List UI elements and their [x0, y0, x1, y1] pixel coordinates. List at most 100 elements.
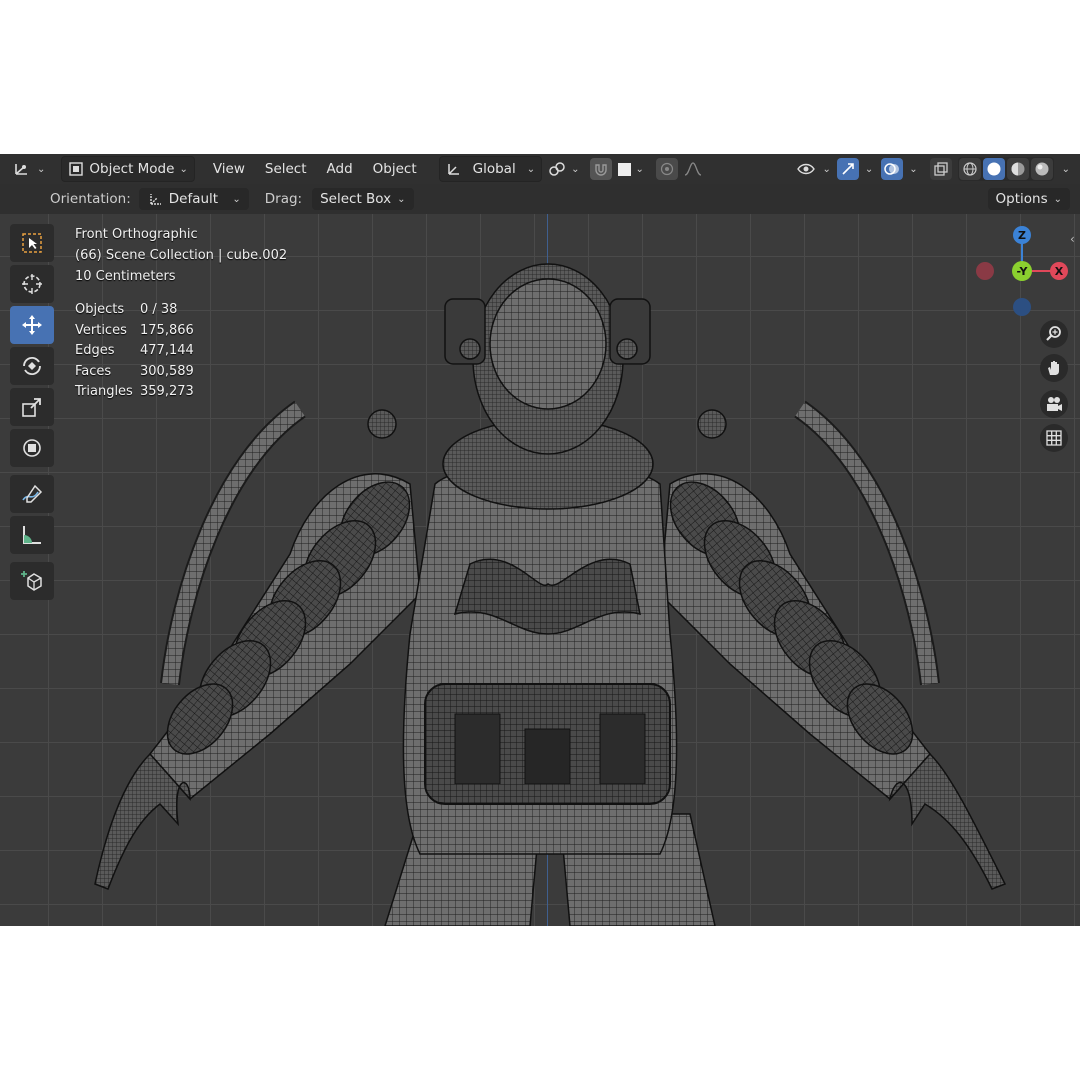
gizmo-neg-y-axis[interactable]: -Y: [1012, 261, 1032, 281]
stat-value: 175,866: [140, 322, 194, 338]
pan-hand-icon: [1048, 361, 1059, 375]
editor-type-button[interactable]: ⌄: [6, 157, 51, 181]
tool-settings-bar: Orientation: Default ⌄ Drag: Select Box …: [0, 184, 1080, 214]
tool-measure[interactable]: [10, 516, 54, 554]
xray-toggle[interactable]: [929, 158, 952, 180]
rotate-icon: [23, 356, 41, 376]
menu-object[interactable]: Object: [363, 161, 427, 177]
stat-value: 0 / 38: [140, 302, 178, 317]
stat-label: Triangles: [75, 384, 133, 399]
overlays-icon: [884, 163, 900, 175]
stat-label: Vertices: [75, 322, 127, 338]
orientation-value: Default: [168, 191, 219, 207]
wireframe-sphere-icon: [963, 162, 977, 176]
stat-row: Edges 477,144: [75, 341, 194, 362]
drag-dropdown[interactable]: Select Box ⌄: [312, 188, 414, 210]
transform-icon: [23, 439, 41, 457]
shading-modes: [957, 157, 1054, 181]
select-box-icon: [22, 233, 42, 253]
gizmo-arrow-icon: [842, 163, 854, 175]
menu-select[interactable]: Select: [255, 161, 317, 177]
annotate-icon: [22, 484, 43, 503]
proportional-edit-toggle[interactable]: [655, 158, 678, 180]
mode-label: Object Mode: [89, 161, 175, 177]
square-icon: [617, 162, 631, 176]
shading-rendered[interactable]: [1030, 158, 1053, 180]
tool-move[interactable]: [10, 306, 54, 344]
chevron-down-icon: ⌄: [179, 163, 188, 175]
material-sphere-icon: [1011, 162, 1025, 176]
pivot-dropdown[interactable]: ⌄: [542, 157, 585, 181]
chevron-down-icon: ⌄: [635, 163, 644, 175]
add-cube-icon: [21, 571, 42, 591]
link-icon: [549, 162, 565, 176]
stat-row: Faces 300,589: [75, 362, 194, 383]
move-icon: [22, 315, 42, 335]
snap-toggle[interactable]: [589, 158, 612, 180]
options-label: Options: [995, 191, 1048, 207]
blender-window: ⌄ Object Mode ⌄ View Select Add Object G…: [0, 154, 1080, 926]
grid-icon: [1046, 430, 1062, 446]
chevron-down-icon: ⌄: [37, 163, 46, 175]
mode-dropdown[interactable]: Object Mode ⌄: [61, 156, 195, 182]
snap-target-dropdown[interactable]: ⌄: [612, 157, 650, 181]
shading-wireframe[interactable]: [958, 158, 981, 180]
shading-solid[interactable]: [982, 158, 1005, 180]
axes-icon: [15, 164, 27, 175]
scene-statistics: Objects 0 / 38 Vertices 175,866 Edges 477,1…: [75, 300, 194, 403]
orientation-dropdown[interactable]: Default ⌄: [138, 188, 249, 210]
gizmo-x-axis[interactable]: X: [1050, 262, 1068, 280]
visibility-dropdown[interactable]: ⌄: [791, 157, 836, 181]
scale-icon: [22, 398, 41, 417]
stat-row: Objects 0 / 38: [75, 300, 194, 321]
chevron-down-icon: ⌄: [232, 193, 241, 205]
falloff-dropdown[interactable]: [678, 157, 708, 181]
orientation-default-icon: [150, 194, 161, 205]
stat-row: Triangles 359,273: [75, 382, 194, 403]
pan-button[interactable]: [1040, 354, 1068, 382]
tool-rotate[interactable]: [10, 347, 54, 385]
menu-add[interactable]: Add: [317, 161, 363, 177]
viewport-info: Front Orthographic (66) Scene Collection…: [75, 224, 287, 287]
stat-value: 300,589: [140, 363, 194, 379]
gizmo-neg-z-axis[interactable]: [1013, 298, 1031, 316]
camera-view-button[interactable]: [1040, 390, 1068, 418]
solid-sphere-icon: [987, 162, 1001, 176]
stat-label: Edges: [75, 343, 115, 358]
stat-row: Vertices 175,866: [75, 321, 194, 342]
menu-view[interactable]: View: [203, 161, 255, 177]
toggle-ortho-button[interactable]: [1040, 424, 1068, 452]
chevron-down-icon[interactable]: ⌄: [865, 164, 873, 175]
gizmo-neg-x-axis[interactable]: [976, 262, 994, 280]
options-dropdown[interactable]: Options ⌄: [987, 188, 1070, 210]
3d-viewport[interactable]: Front Orthographic (66) Scene Collection…: [0, 214, 1080, 926]
tool-add-cube[interactable]: [10, 562, 54, 600]
chevron-down-icon: ⌄: [571, 163, 580, 175]
chevron-down-icon[interactable]: ⌄: [1062, 164, 1070, 175]
sidebar-toggle-arrow[interactable]: ‹: [1070, 232, 1075, 246]
zoom-icon: [1046, 326, 1061, 341]
tool-annotate[interactable]: [10, 475, 54, 513]
tool-cursor[interactable]: [10, 265, 54, 303]
chevron-down-icon: ⌄: [1053, 193, 1062, 205]
view-name: Front Orthographic: [75, 227, 198, 242]
overlay-toggle[interactable]: [881, 158, 904, 180]
drag-value: Select Box: [320, 191, 392, 207]
orientation-axes-icon: [447, 164, 459, 175]
navigation-gizmo[interactable]: Z -Y X: [975, 224, 1070, 319]
transform-orientation-dropdown[interactable]: Global ⌄: [438, 156, 543, 182]
proportional-icon: [660, 162, 673, 176]
eye-pointer-icon: [797, 163, 816, 175]
gizmo-z-axis[interactable]: Z: [1013, 226, 1031, 244]
chevron-down-icon[interactable]: ⌄: [909, 164, 917, 175]
gizmo-toggle[interactable]: [836, 158, 859, 180]
rendered-sphere-icon: [1035, 162, 1049, 176]
shading-material[interactable]: [1006, 158, 1029, 180]
stat-value: 359,273: [140, 384, 194, 399]
tool-transform[interactable]: [10, 429, 54, 467]
tool-select-box[interactable]: [10, 224, 54, 262]
zoom-button[interactable]: [1040, 320, 1068, 348]
cursor-icon: [22, 274, 42, 294]
tool-scale[interactable]: [10, 388, 54, 426]
viewport-header: ⌄ Object Mode ⌄ View Select Add Object G…: [0, 154, 1080, 184]
